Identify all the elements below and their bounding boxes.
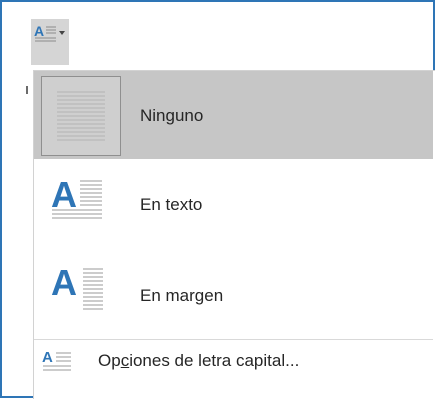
drop-cap-button[interactable]: A (31, 19, 69, 65)
drop-cap-icon: A (34, 23, 65, 42)
no-drop-cap-icon (41, 76, 121, 156)
drop-cap-in-margin-icon: A (51, 262, 103, 310)
menu-item-label: Opciones de letra capital... (98, 351, 300, 370)
menu-item-in-margin[interactable]: A En margen (34, 247, 433, 337)
menu-item-in-text[interactable]: A En texto (34, 159, 433, 247)
menu-item-label: En texto (140, 195, 203, 214)
drop-cap-in-text-icon: A (51, 174, 102, 219)
svg-text:A: A (51, 174, 77, 215)
menu-item-drop-cap-options[interactable]: A Opciones de letra capital... (34, 341, 433, 383)
ruler-tick (26, 86, 28, 94)
menu-separator (34, 339, 433, 340)
menu-item-label: En margen (140, 286, 224, 305)
drop-cap-options-icon: A (42, 349, 71, 371)
chevron-down-icon (59, 31, 65, 35)
menu-item-none[interactable]: Ninguno (34, 71, 433, 159)
svg-text:A: A (51, 262, 77, 303)
svg-text:A: A (42, 349, 53, 366)
window-frame: A Ninguno A En texto A En margen A Opcio… (0, 0, 435, 399)
menu-item-label: Ninguno (140, 106, 204, 125)
svg-text:A: A (34, 23, 44, 39)
drop-cap-menu: Ninguno A En texto A En margen A Opcione… (33, 70, 435, 399)
